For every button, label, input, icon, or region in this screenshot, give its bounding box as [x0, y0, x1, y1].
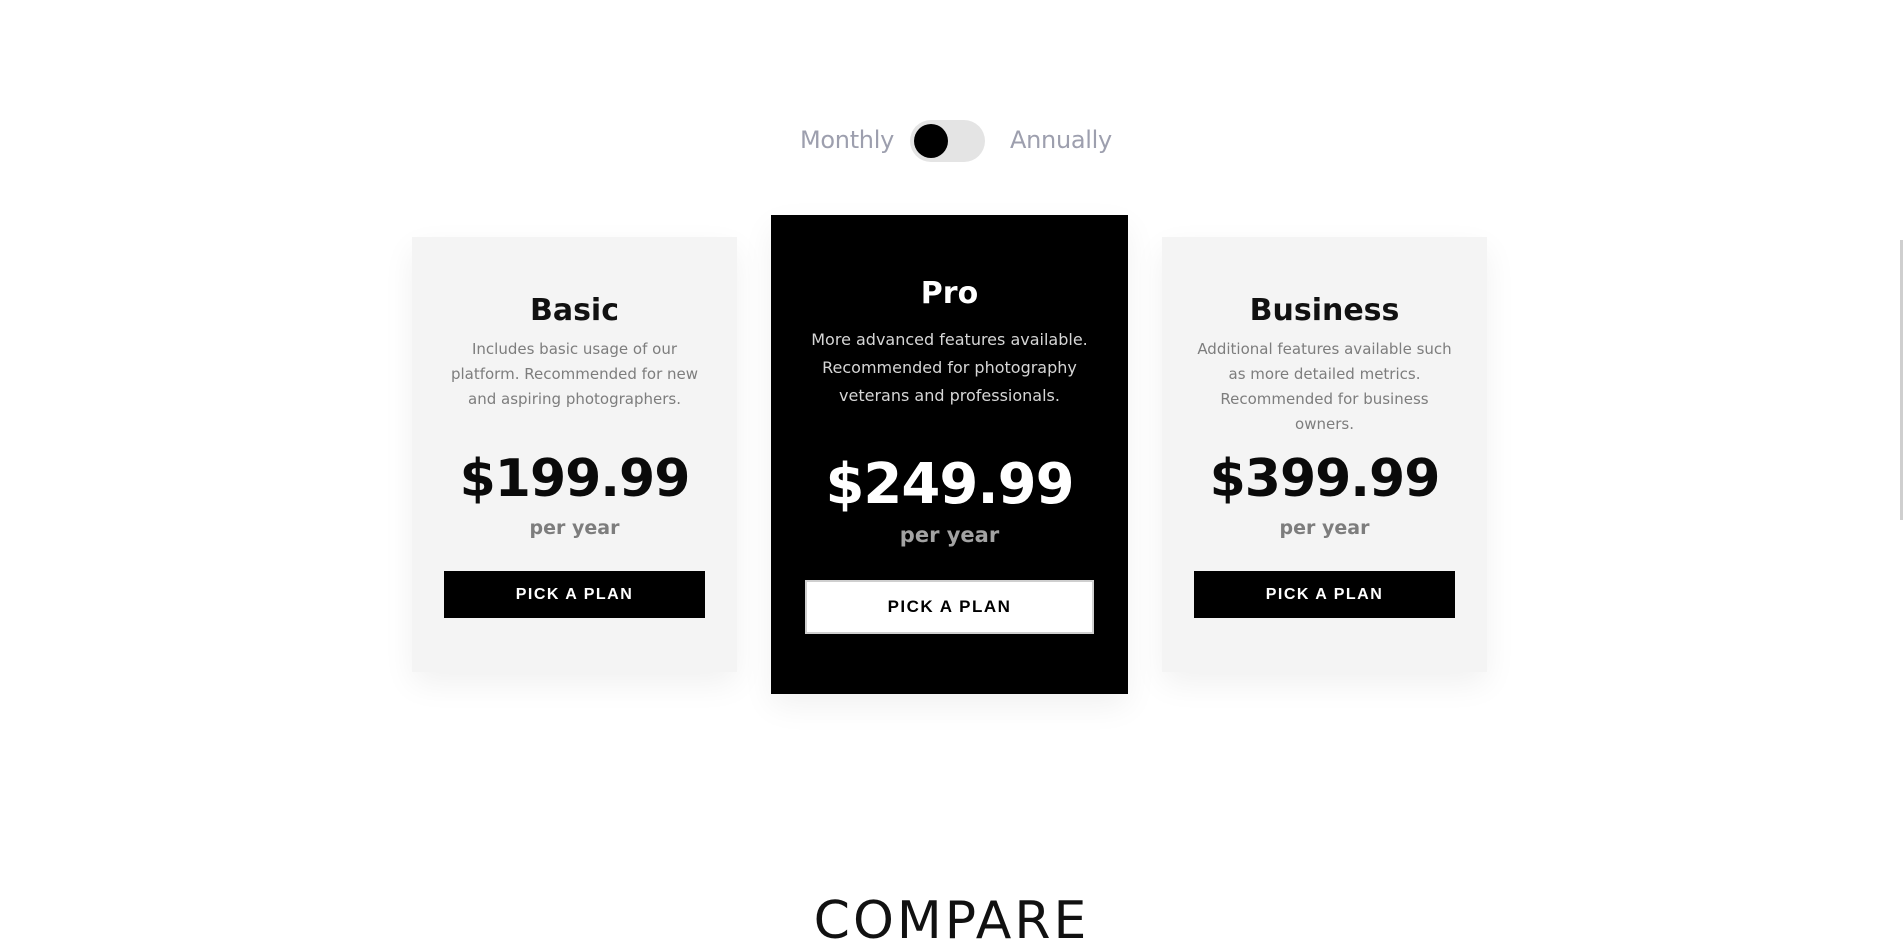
plan-price: $399.99	[1209, 449, 1441, 509]
plan-period: per year	[1279, 517, 1370, 539]
monthly-label[interactable]: Monthly	[800, 126, 894, 154]
pick-plan-button-basic[interactable]: PICK A PLAN	[444, 571, 705, 618]
billing-period-switch[interactable]	[910, 120, 985, 162]
pick-plan-button-pro[interactable]: PICK A PLAN	[805, 580, 1094, 634]
pick-plan-button-business[interactable]: PICK A PLAN	[1194, 571, 1455, 618]
compare-heading: COMPARE	[813, 891, 1090, 943]
plan-card-pro: Pro More advanced features available. Re…	[771, 215, 1128, 694]
plan-name: Basic	[529, 293, 620, 328]
plan-price: $249.99	[825, 452, 1074, 517]
billing-toggle-row: Monthly Annually	[0, 118, 1903, 164]
plan-name: Business	[1249, 293, 1400, 328]
plan-description: Includes basic usage of our platform. Re…	[450, 340, 699, 408]
plan-period: per year	[899, 523, 1000, 547]
plan-name: Pro	[920, 276, 979, 311]
annually-label[interactable]: Annually	[1010, 126, 1112, 154]
plan-price: $199.99	[459, 449, 691, 509]
switch-knob	[914, 124, 948, 158]
pricing-page: Monthly Annually Basic Includes basic us…	[0, 0, 1903, 943]
plan-card-business: Business Additional features available s…	[1162, 237, 1487, 672]
plan-description: More advanced features available. Recomm…	[811, 330, 1088, 405]
plan-period: per year	[529, 517, 620, 539]
plan-description: Additional features available such as mo…	[1197, 340, 1452, 433]
plan-card-basic: Basic Includes basic usage of our platfo…	[412, 237, 737, 672]
